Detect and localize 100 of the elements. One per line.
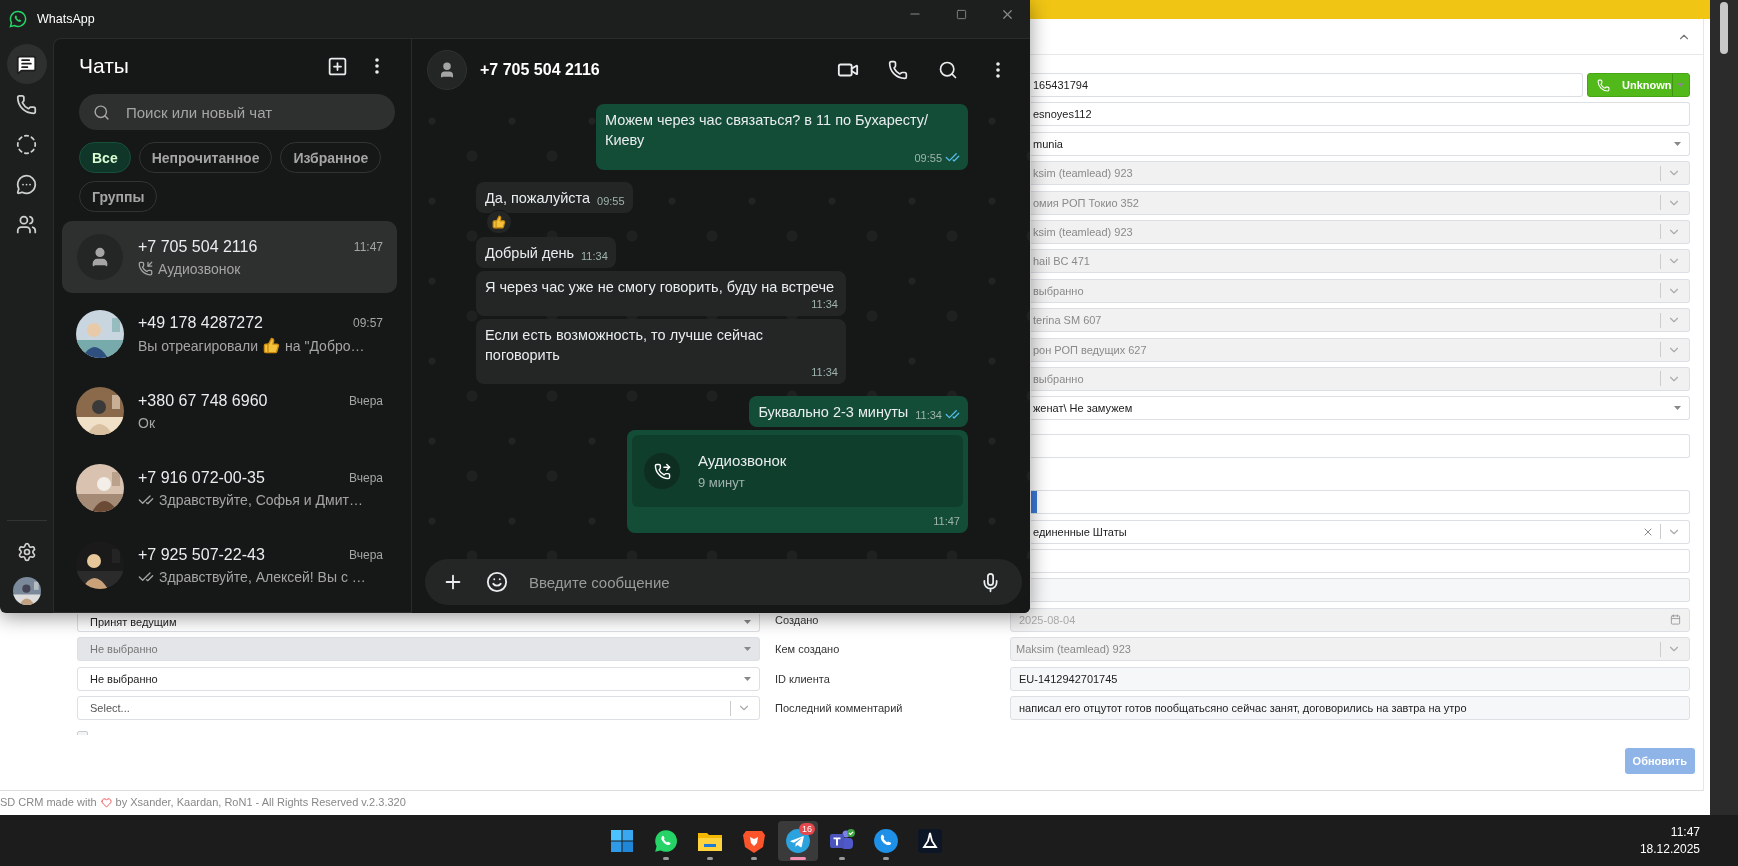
field-value: написал его отцутот готов пообщатьсяно сейчас занят, договорились на завтра на утро [1019, 702, 1468, 715]
chat-preview: Здравствуйте, Софья и Дмит… [159, 491, 363, 508]
thumbs-up-icon [263, 337, 281, 354]
field-value: ksim (teamlead) 923 [1033, 167, 1134, 180]
chat-name: +49 178 4287272 [138, 314, 264, 332]
color-field[interactable] [1031, 490, 1690, 515]
field-value: выбранно [1033, 372, 1085, 385]
chat-bubble-icon [653, 827, 679, 854]
caret-icon [1674, 141, 1681, 146]
message-text: Буквально 2-3 минуты [758, 403, 909, 422]
phone-icon [888, 60, 908, 80]
field-value: рон РОП ведущих 627 [1033, 343, 1148, 356]
call-icon [653, 462, 671, 480]
people-icon [16, 213, 37, 235]
color-swatch [1031, 491, 1037, 514]
field-value: Принят ведущим [90, 616, 178, 629]
message-time: 11:34 [811, 365, 838, 379]
text-field[interactable] [1031, 434, 1690, 459]
caret-icon [1674, 406, 1681, 411]
filter-chip[interactable]: Все [79, 142, 131, 173]
taskbar-button[interactable]: 16 [778, 820, 818, 861]
message-time: 11:34 [811, 297, 838, 311]
chat-preview: Вы отреагировали [138, 337, 259, 354]
chat-time: Вчера [349, 470, 383, 485]
text-field[interactable]: написал его отцутот готов пообщатьсяно сейчас занят, договорились на завтра на утро [1010, 696, 1690, 721]
field-label: Создано [774, 613, 819, 626]
phone-icon [873, 827, 899, 854]
field-value: Не выбранно [90, 672, 159, 685]
chat-item[interactable]: +7 925 507-22-43 Вчера Здравствуйте, Алексей! Вы с … [62, 529, 397, 601]
field-value: Не выбранно [90, 643, 159, 656]
smiley-icon [486, 571, 508, 593]
field-value: выбранно [1033, 284, 1085, 297]
field-value: esnoyes112 [1033, 108, 1093, 121]
message-time: 11:34 [581, 249, 608, 263]
chat-time: 11:47 [353, 239, 383, 254]
message-field[interactable]: Введите сообщение [425, 559, 1022, 605]
chats-icon [16, 53, 37, 75]
field-label: ID клиента [774, 672, 830, 685]
field-value: EU-1412942701745 [1019, 672, 1119, 685]
field-label: Последний комментарий [774, 702, 903, 715]
person-icon [438, 61, 456, 79]
start-icon [610, 828, 634, 853]
call-icon [138, 261, 153, 276]
unread-badge: 16 [799, 822, 815, 835]
caret-icon [744, 620, 751, 625]
reaction-badge[interactable] [486, 210, 512, 234]
search-field[interactable]: Поиск или новый чат [79, 94, 395, 130]
chat-item[interactable]: +380 67 748 6960 Вчера Ок [62, 375, 397, 447]
select-field[interactable]: munia [1031, 131, 1690, 156]
footer-text: by Xsander, Kaardan, RoN1 - All Rights Reserved v.2.3.320 [115, 796, 406, 808]
heart-icon [100, 796, 112, 808]
clock-date: 18.12.2025 [1639, 842, 1700, 856]
field-value: munia [1033, 137, 1064, 150]
message-text: Да, пожалуйста [485, 189, 591, 208]
select-field[interactable]: женат\ Не замужем [1031, 396, 1690, 421]
text-field[interactable] [1031, 549, 1690, 574]
message-time: 09:55 [914, 150, 942, 165]
select-field[interactable]: Select... [77, 696, 760, 721]
phone-field[interactable]: 165431794 [1031, 73, 1583, 97]
chat-time: Вчера [349, 547, 383, 562]
chat-name: +7 916 072-00-35 [138, 468, 266, 487]
message-time: 09:55 [597, 194, 625, 208]
panel-title: Чаты [79, 54, 130, 78]
scrollbar-thumb[interactable] [1720, 2, 1728, 54]
message-text: Можем через час связаться? в 11 по Бухаресту/ Киеву [605, 111, 930, 150]
text-field[interactable]: esnoyes112 [1031, 102, 1690, 127]
phone-icon [1597, 78, 1610, 92]
chat-preview: Аудиозвонок [158, 260, 241, 277]
document-icon [918, 828, 942, 853]
search-input[interactable]: Поиск или новый чат [124, 102, 395, 122]
message-input[interactable]: Введите сообщение [527, 572, 966, 592]
phone-icon [16, 93, 37, 115]
text-field[interactable]: EU-1412942701745 [1010, 666, 1690, 691]
caret-icon [1677, 83, 1685, 87]
chat-time: Вчера [349, 393, 383, 408]
field-label: Кем создано [774, 643, 840, 656]
select-field[interactable]: единенные Штаты [1031, 519, 1690, 544]
chat-name: +7 925 507-22-43 [138, 545, 266, 564]
clock-time: 11:47 [1670, 825, 1700, 839]
menu-icon [375, 58, 379, 74]
field-value: Maksim (teamlead) 923 [1016, 643, 1132, 656]
chat-item[interactable]: +7 705 504 2116 11:47 Аудиозвонок [62, 221, 397, 293]
text-field[interactable] [1031, 578, 1690, 603]
chat-name: +7 705 504 2116 [138, 237, 259, 256]
field-value: 2025-08-04 [1019, 613, 1077, 626]
call-card[interactable]: Аудиозвонок 9 минут [632, 435, 963, 507]
select-field[interactable]: Не выбранно [77, 666, 760, 691]
nav-button[interactable] [6, 44, 47, 84]
status-icon [16, 133, 37, 155]
maximize-icon [955, 8, 967, 20]
select-field[interactable]: Принят ведущим [77, 613, 760, 632]
paper-plane-icon [785, 827, 811, 854]
chat-item[interactable]: +7 916 072-00-35 Вчера Здравствуйте, Софья и Дмит… [62, 452, 397, 524]
message-time: 11:34 [915, 407, 942, 422]
settings-icon [16, 542, 37, 562]
search-icon [93, 103, 110, 121]
chat-item[interactable]: +49 178 4287272 09:57 Вы отреагировали на "Добро… [62, 298, 397, 370]
field-value: hail BC 471 [1033, 255, 1091, 268]
caret-icon [744, 647, 751, 652]
message-time: 11:47 [933, 515, 961, 527]
